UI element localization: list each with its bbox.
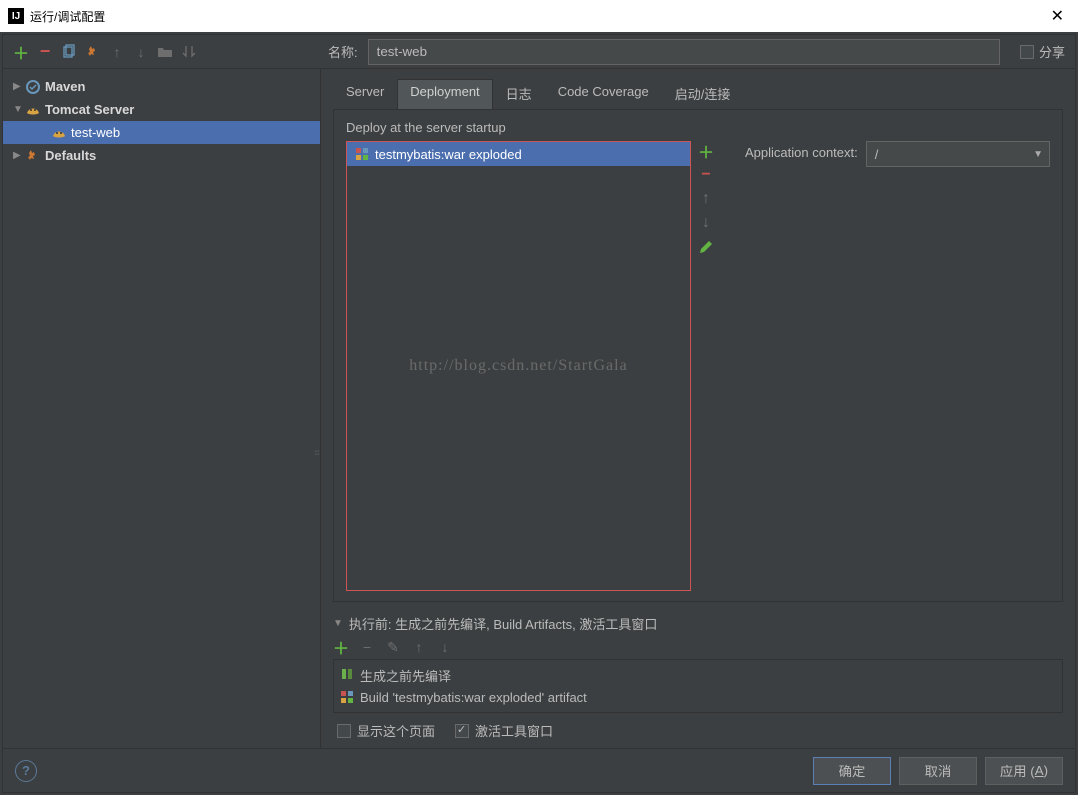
collapse-icon: ▼ (13, 104, 25, 115)
before-launch-section: ▼ 执行前: 生成之前先编译, Build Artifacts, 激活工具窗口 … (333, 614, 1063, 748)
checkbox-icon (337, 724, 351, 738)
show-page-checkbox[interactable]: 显示这个页面 (337, 721, 435, 740)
activate-tool-checkbox[interactable]: 激活工具窗口 (455, 721, 553, 740)
task-down-icon[interactable]: ↓ (437, 639, 453, 655)
task-label: Build 'testmybatis:war exploded' artifac… (360, 690, 587, 705)
expand-icon: ▶ (13, 81, 25, 92)
deploy-section-label: Deploy at the server startup (346, 120, 1050, 135)
task-row[interactable]: 生成之前先编译 (334, 664, 1062, 686)
toolbar: ＋ − ↑ ↓ 名称: (3, 35, 1075, 69)
tomcat-icon (25, 102, 41, 118)
name-input[interactable] (368, 39, 1000, 65)
remove-artifact-icon[interactable]: − (698, 167, 714, 183)
tree-label: test-web (71, 125, 120, 140)
edit-task-icon[interactable]: ✎ (385, 639, 401, 655)
share-checkbox[interactable]: 分享 (1020, 42, 1065, 61)
tab-logs[interactable]: 日志 (493, 79, 545, 109)
context-label: Application context: (745, 141, 858, 160)
config-details: Server Deployment 日志 Code Coverage 启动/连接… (321, 69, 1075, 748)
cancel-button[interactable]: 取消 (899, 757, 977, 785)
add-artifact-icon[interactable]: ＋ (698, 143, 714, 159)
task-up-icon[interactable]: ↑ (411, 639, 427, 655)
close-icon[interactable]: ✕ (1045, 6, 1070, 26)
help-icon[interactable]: ? (15, 760, 37, 782)
artifact-label: testmybatis:war exploded (375, 147, 522, 162)
before-launch-header[interactable]: ▼ 执行前: 生成之前先编译, Build Artifacts, 激活工具窗口 (333, 614, 1063, 633)
edit-artifact-icon[interactable] (698, 239, 714, 255)
share-label: 分享 (1039, 42, 1065, 61)
tabs: Server Deployment 日志 Code Coverage 启动/连接 (333, 79, 1063, 110)
tree-node-tomcat[interactable]: ▼ Tomcat Server (3, 98, 320, 121)
tab-server[interactable]: Server (333, 79, 397, 109)
artifact-list[interactable]: testmybatis:war exploded http://blog.csd… (346, 141, 691, 591)
wrench-icon (25, 148, 41, 164)
titlebar: IJ 运行/调试配置 ✕ (0, 0, 1078, 32)
apply-mnemonic: A (1035, 763, 1044, 778)
splitter-handle[interactable]: ⠿ (311, 449, 321, 456)
checkbox-checked-icon (455, 724, 469, 738)
remove-config-icon[interactable]: − (37, 44, 53, 60)
before-launch-title: 执行前: 生成之前先编译, Build Artifacts, 激活工具窗口 (349, 614, 657, 633)
collapse-icon: ▼ (333, 618, 343, 629)
add-task-icon[interactable]: ＋ (333, 639, 349, 655)
app-icon: IJ (8, 8, 24, 24)
show-page-label: 显示这个页面 (357, 721, 435, 740)
move-up-icon[interactable]: ↑ (109, 44, 125, 60)
apply-suffix: ) (1044, 763, 1048, 778)
footer: ? 确定 取消 应用 (A) (3, 748, 1075, 792)
name-label: 名称: (328, 42, 358, 61)
deployment-panel: Deploy at the server startup testmybatis… (333, 110, 1063, 602)
tree-label: Maven (45, 79, 85, 94)
expand-icon: ▶ (13, 150, 25, 161)
task-row[interactable]: Build 'testmybatis:war exploded' artifac… (334, 686, 1062, 708)
task-list: 生成之前先编译 Build 'testmybatis:war exploded'… (333, 659, 1063, 713)
tree-node-testweb[interactable]: test-web (3, 121, 320, 144)
config-tree: ▶ Maven ▼ Tomcat Server (3, 69, 321, 748)
artifact-down-icon[interactable]: ↓ (698, 215, 714, 231)
remove-task-icon[interactable]: − (359, 639, 375, 655)
watermark-text: http://blog.csdn.net/StartGala (409, 357, 627, 375)
build-icon (340, 667, 354, 684)
window-title: 运行/调试配置 (30, 8, 1045, 25)
tree-label: Defaults (45, 148, 96, 163)
context-select[interactable]: / ▼ (866, 141, 1050, 167)
move-down-icon[interactable]: ↓ (133, 44, 149, 60)
ok-button[interactable]: 确定 (813, 757, 891, 785)
activate-tool-label: 激活工具窗口 (475, 721, 553, 740)
artifact-tools: ＋ − ↑ ↓ (695, 141, 717, 591)
settings-icon[interactable] (85, 44, 101, 60)
tab-startup[interactable]: 启动/连接 (662, 79, 744, 109)
context-value: / (875, 147, 879, 162)
apply-button[interactable]: 应用 (A) (985, 757, 1063, 785)
maven-icon (25, 79, 41, 95)
artifact-icon (340, 690, 354, 704)
tree-node-defaults[interactable]: ▶ Defaults (3, 144, 320, 167)
chevron-down-icon: ▼ (1033, 149, 1043, 160)
sort-icon[interactable] (181, 44, 197, 60)
tree-node-maven[interactable]: ▶ Maven (3, 75, 320, 98)
apply-prefix: 应用 ( (1000, 761, 1035, 780)
checkbox-icon (1020, 45, 1034, 59)
copy-config-icon[interactable] (61, 44, 77, 60)
tab-coverage[interactable]: Code Coverage (545, 79, 662, 109)
folder-icon[interactable] (157, 44, 173, 60)
artifact-icon (355, 147, 369, 161)
tree-label: Tomcat Server (45, 102, 134, 117)
tomcat-icon (51, 125, 67, 141)
artifact-item[interactable]: testmybatis:war exploded (347, 142, 690, 166)
add-config-icon[interactable]: ＋ (13, 44, 29, 60)
task-label: 生成之前先编译 (360, 666, 451, 685)
tab-deployment[interactable]: Deployment (397, 79, 492, 109)
artifact-up-icon[interactable]: ↑ (698, 191, 714, 207)
